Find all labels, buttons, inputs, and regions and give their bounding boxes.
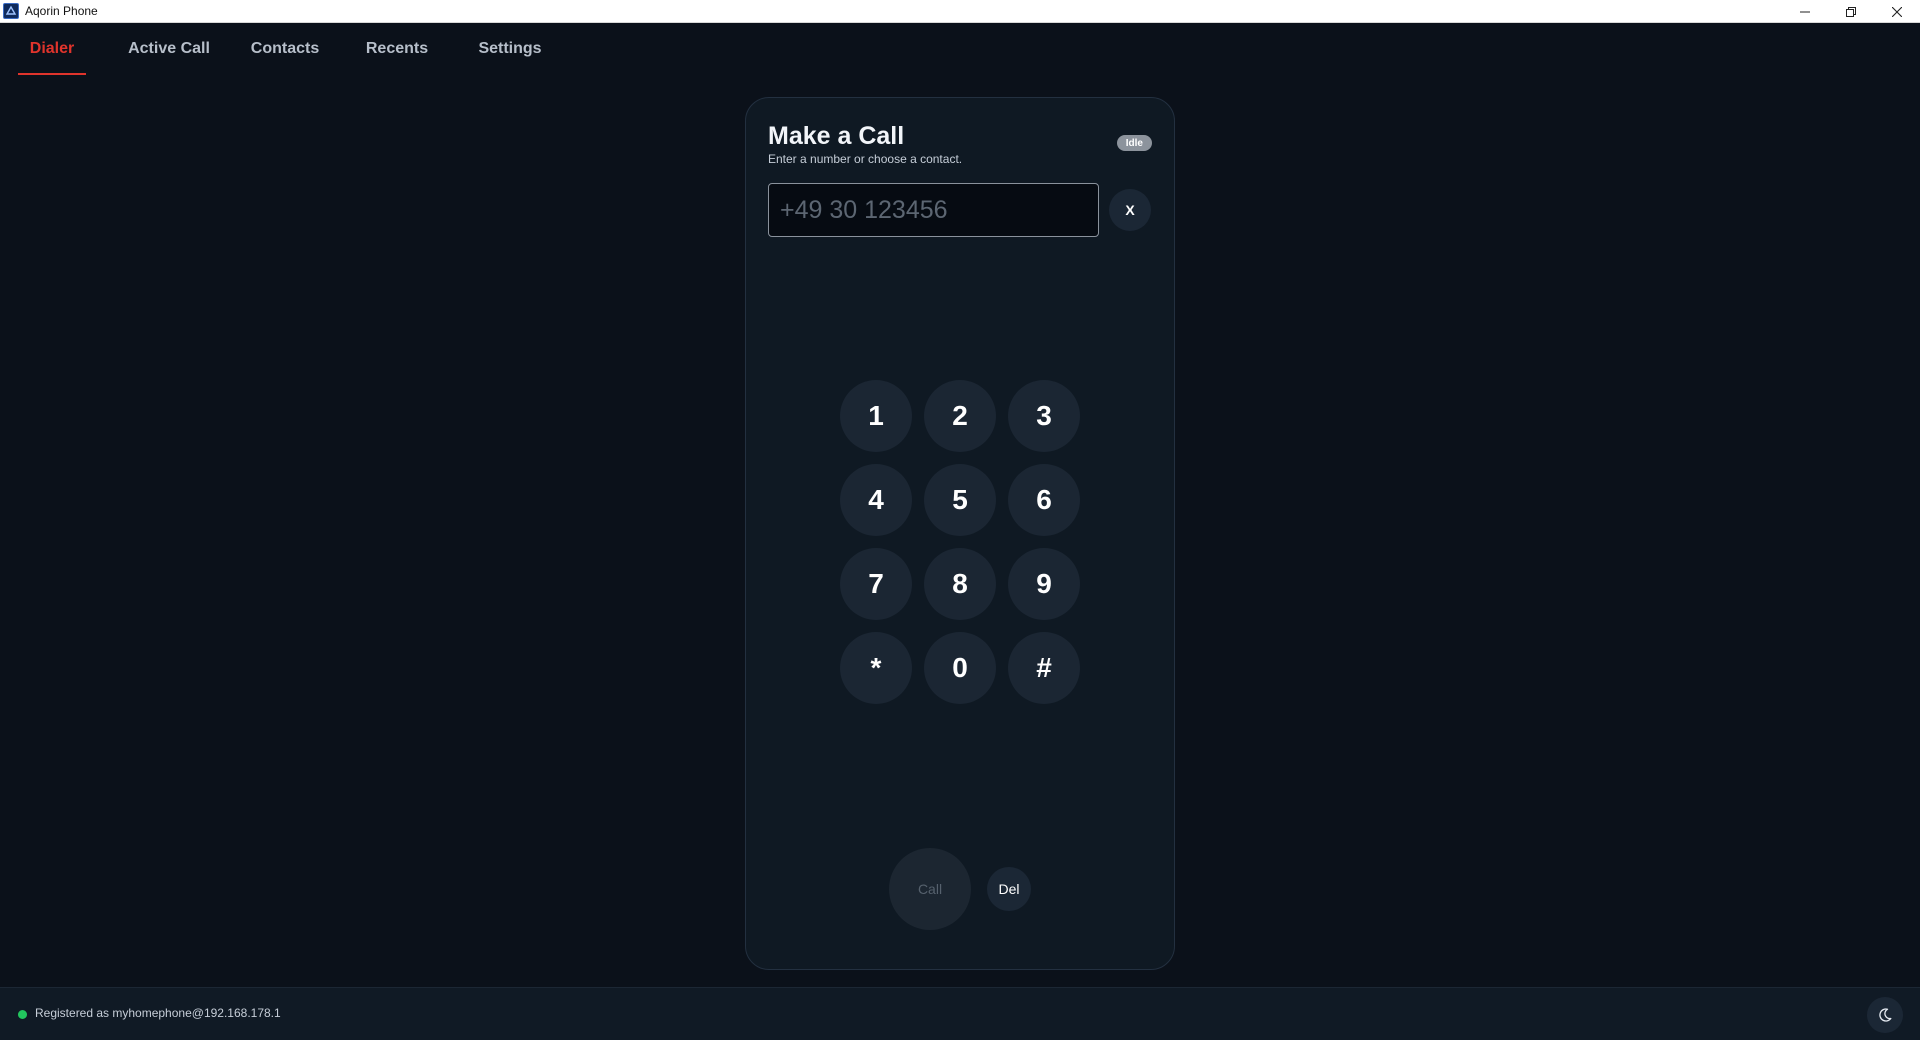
key-7[interactable]: 7 bbox=[840, 548, 912, 620]
status-bar: Registered as myhomephone@192.168.178.1 bbox=[0, 987, 1920, 1040]
clear-button[interactable]: X bbox=[1109, 189, 1151, 231]
moon-icon bbox=[1879, 1008, 1892, 1022]
key-6[interactable]: 6 bbox=[1008, 464, 1080, 536]
key-4[interactable]: 4 bbox=[840, 464, 912, 536]
app-logo-icon bbox=[3, 3, 19, 19]
main-tabs: Dialer Active Call Contacts Recents Sett… bbox=[0, 23, 1920, 75]
tab-contacts[interactable]: Contacts bbox=[246, 23, 324, 75]
tab-active-call[interactable]: Active Call bbox=[124, 23, 214, 75]
minimize-button[interactable] bbox=[1782, 0, 1828, 23]
key-9[interactable]: 9 bbox=[1008, 548, 1080, 620]
tab-dialer[interactable]: Dialer bbox=[18, 23, 86, 75]
key-3[interactable]: 3 bbox=[1008, 380, 1080, 452]
active-tab-indicator bbox=[18, 73, 86, 75]
minimize-icon bbox=[1800, 11, 1810, 12]
window-titlebar: Aqorin Phone bbox=[0, 0, 1920, 23]
key-2[interactable]: 2 bbox=[924, 380, 996, 452]
dialer-card: Make a Call Enter a number or choose a c… bbox=[745, 97, 1175, 970]
key-hash[interactable]: # bbox=[1008, 632, 1080, 704]
key-8[interactable]: 8 bbox=[924, 548, 996, 620]
registration-status-text: Registered as myhomephone@192.168.178.1 bbox=[35, 1006, 281, 1020]
restore-icon bbox=[1846, 6, 1856, 17]
dialer-subtitle: Enter a number or choose a contact. bbox=[768, 152, 963, 166]
status-badge: Idle bbox=[1116, 135, 1152, 151]
tab-recents[interactable]: Recents bbox=[360, 23, 434, 75]
tab-settings[interactable]: Settings bbox=[472, 23, 548, 75]
delete-button[interactable]: Del bbox=[987, 867, 1031, 911]
close-icon bbox=[1892, 6, 1902, 17]
key-1[interactable]: 1 bbox=[840, 380, 912, 452]
dialer-title: Make a Call bbox=[768, 122, 905, 150]
close-button[interactable] bbox=[1874, 0, 1920, 23]
dial-keypad: 1 2 3 4 5 6 7 8 9 * 0 # bbox=[840, 380, 1080, 704]
registration-status-indicator bbox=[18, 1010, 27, 1019]
key-5[interactable]: 5 bbox=[924, 464, 996, 536]
restore-button[interactable] bbox=[1828, 0, 1874, 23]
call-button[interactable]: Call bbox=[889, 848, 971, 930]
phone-number-input[interactable] bbox=[768, 183, 1099, 237]
theme-toggle-button[interactable] bbox=[1867, 997, 1903, 1033]
window-title: Aqorin Phone bbox=[25, 4, 98, 18]
key-0[interactable]: 0 bbox=[924, 632, 996, 704]
key-star[interactable]: * bbox=[840, 632, 912, 704]
